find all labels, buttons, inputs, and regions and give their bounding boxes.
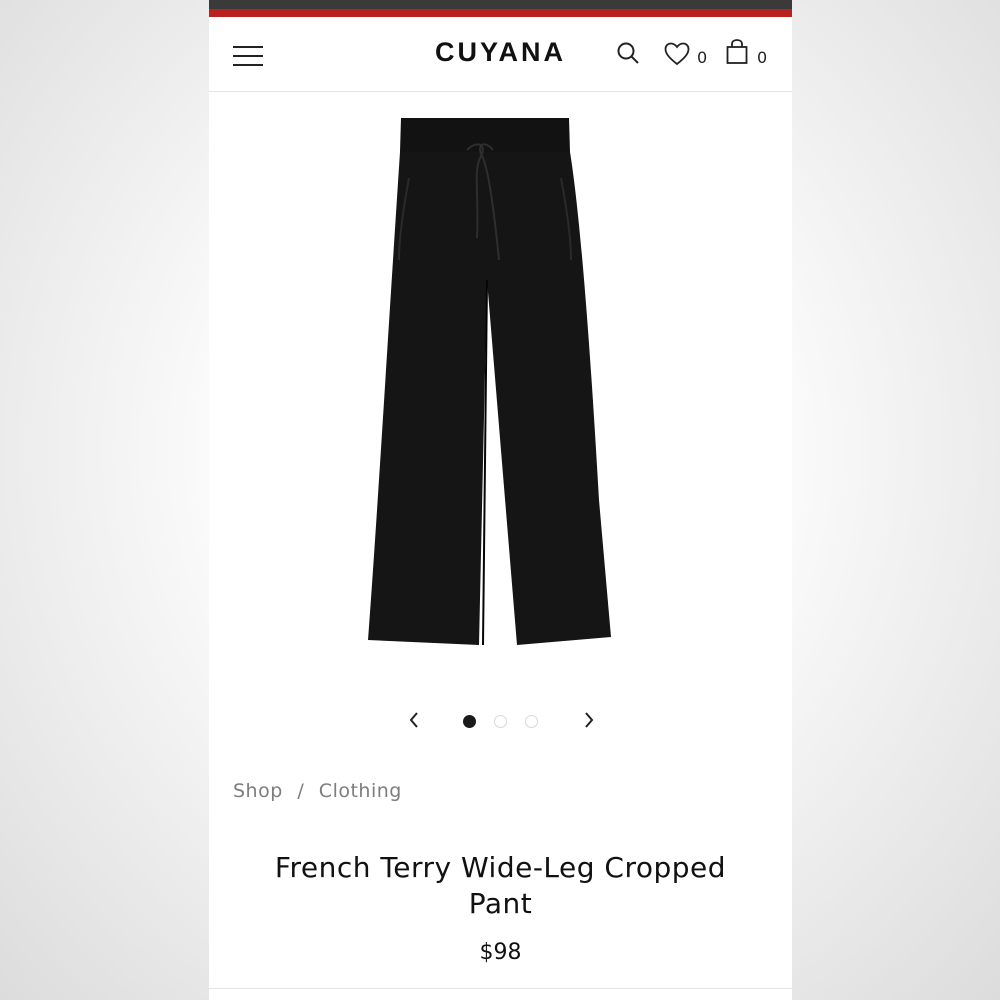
site-header: CUYANA 0 0 (209, 17, 792, 92)
chevron-left-icon[interactable] (406, 709, 422, 731)
product-price: $98 (479, 940, 522, 965)
bag-icon[interactable] (726, 39, 748, 65)
breadcrumb-shop-link[interactable]: Shop (233, 780, 283, 802)
top-stripe-red (209, 9, 792, 17)
breadcrumb: Shop / Clothing (233, 780, 402, 802)
wishlist-count: 0 (697, 48, 708, 67)
product-title-line1: French Terry Wide-Leg Cropped (274, 851, 727, 884)
breadcrumb-separator: / (297, 780, 305, 802)
breadcrumb-clothing-link[interactable]: Clothing (319, 780, 402, 802)
heart-icon[interactable] (664, 42, 690, 66)
mobile-page: CUYANA 0 0 Shop / Clothing French Terry … (209, 0, 792, 1000)
product-title-line2: Pant (468, 887, 533, 920)
chevron-right-icon[interactable] (581, 709, 597, 731)
divider (209, 988, 792, 989)
search-icon[interactable] (616, 41, 640, 65)
image-carousel-controls (209, 706, 792, 736)
carousel-dot-2[interactable] (494, 715, 507, 728)
product-image[interactable] (329, 100, 669, 660)
cart-count: 0 (757, 48, 768, 67)
carousel-dot-1[interactable] (463, 715, 476, 728)
product-title: French Terry Wide-Leg Cropped Pant (229, 850, 772, 922)
carousel-dot-3[interactable] (525, 715, 538, 728)
top-stripe-dark (209, 0, 792, 9)
